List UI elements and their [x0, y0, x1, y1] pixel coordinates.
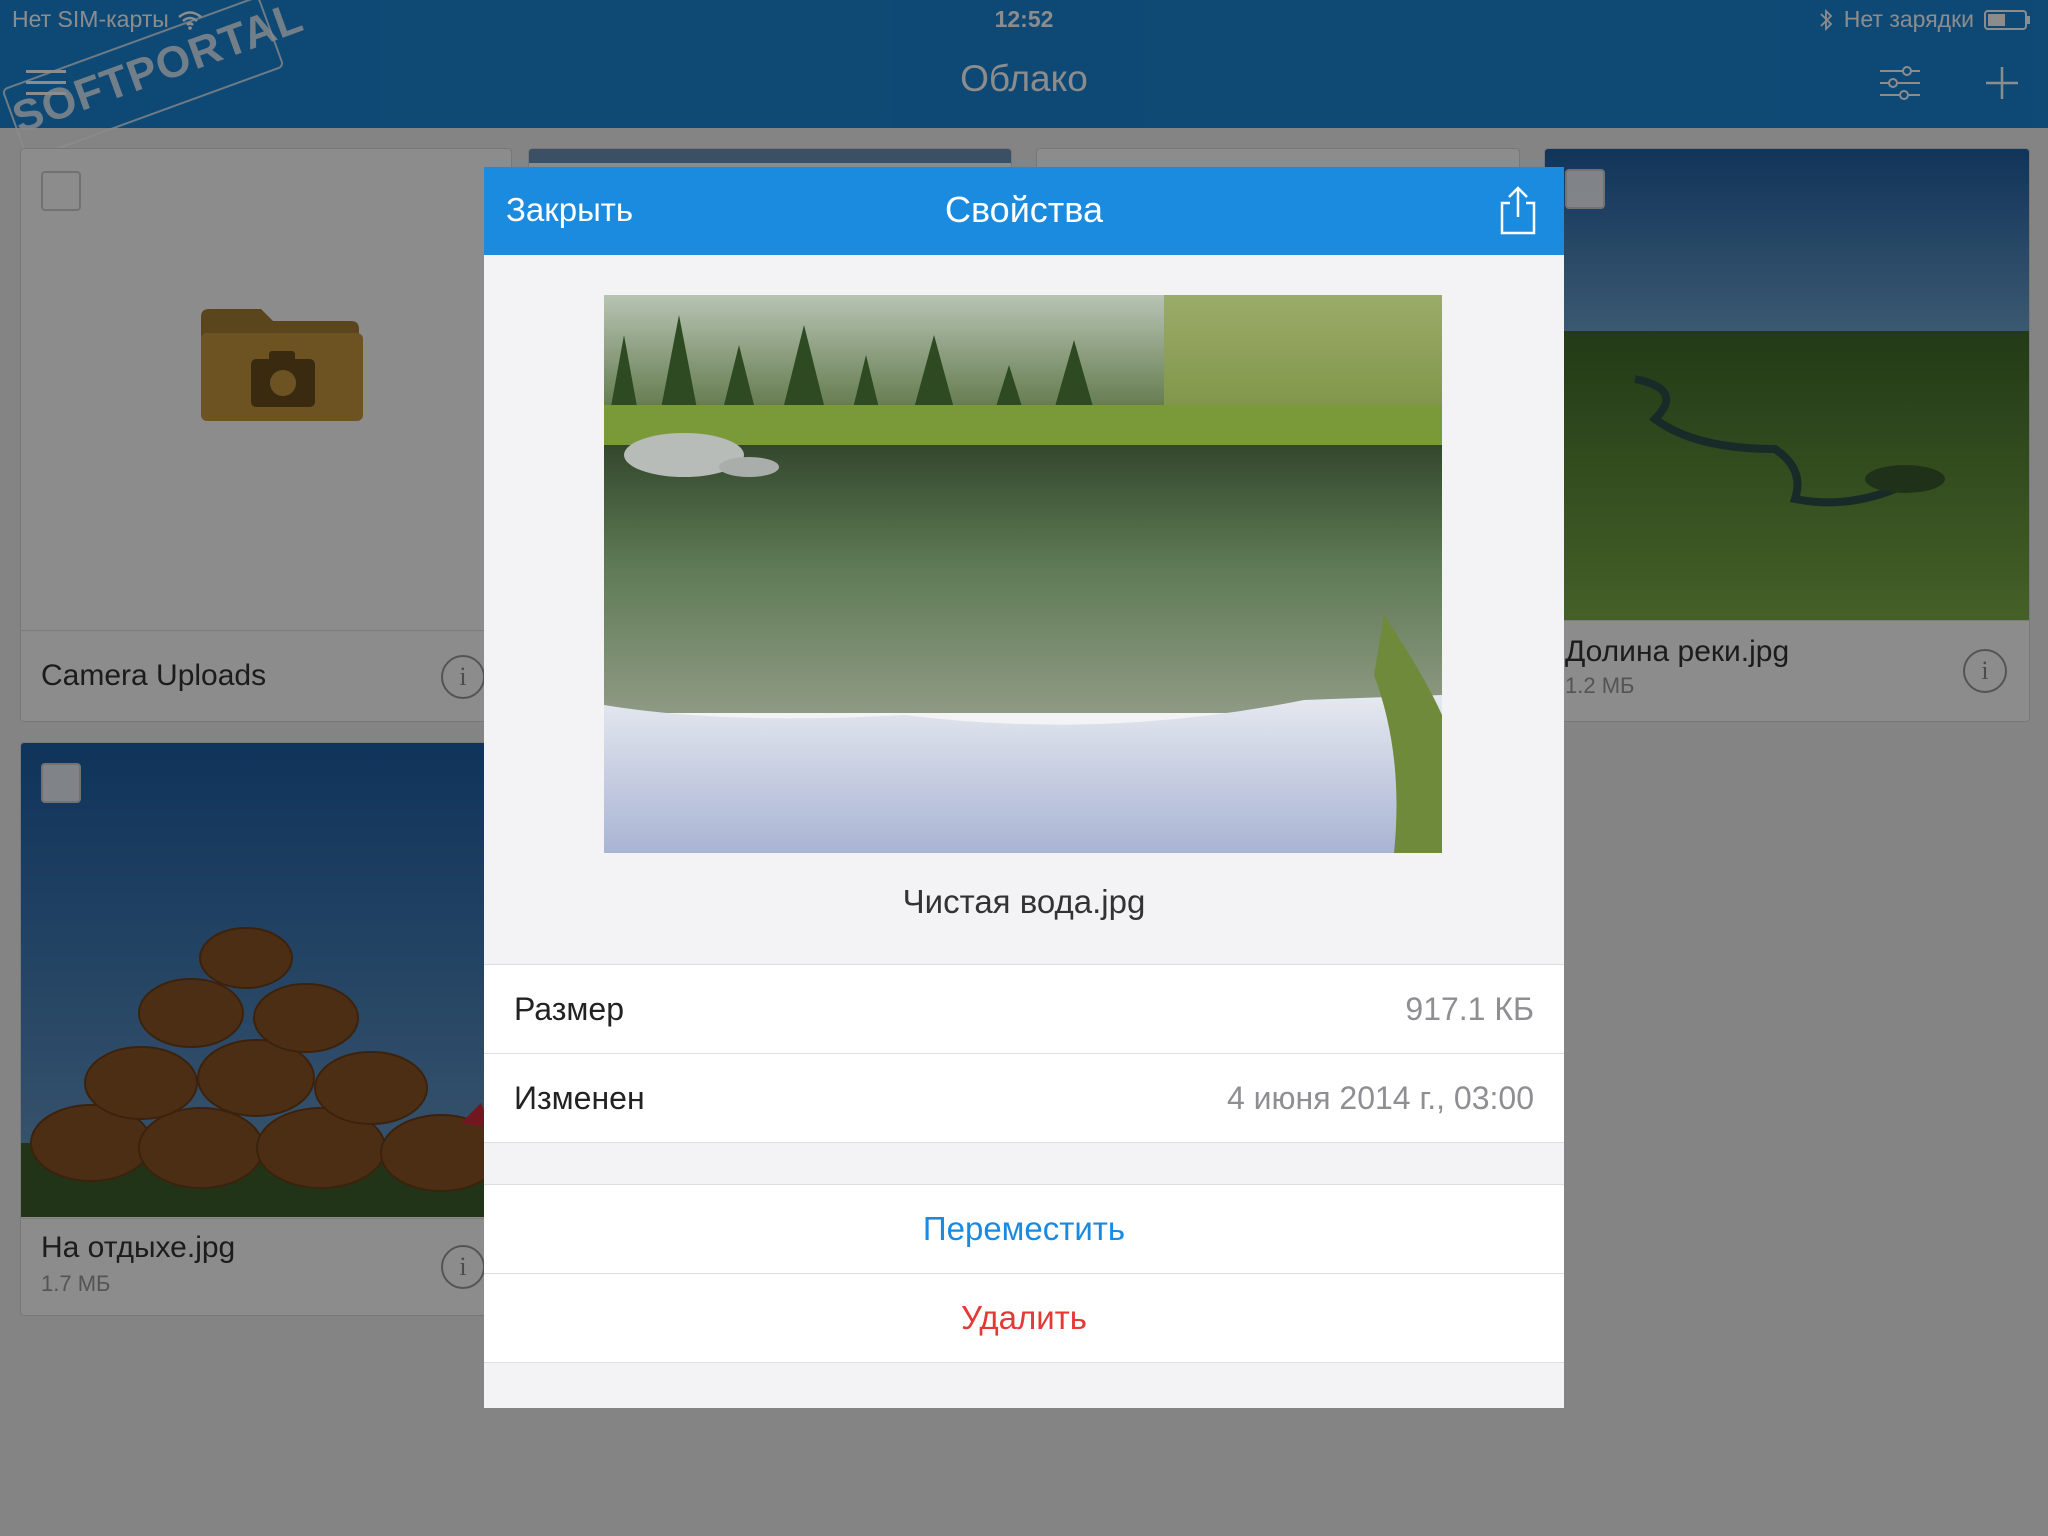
- property-size-row: Размер 917.1 КБ: [484, 964, 1564, 1053]
- file-preview-image: [604, 295, 1442, 853]
- delete-button[interactable]: Удалить: [484, 1273, 1564, 1363]
- share-icon: [1500, 186, 1536, 235]
- dialog-header: Закрыть Свойства: [484, 167, 1564, 255]
- properties-dialog: Закрыть Свойства Чистая вода.jpg Размер …: [484, 167, 1564, 1408]
- share-button[interactable]: [1496, 185, 1540, 237]
- file-name: Чистая вода.jpg: [902, 883, 1146, 920]
- property-modified-row: Изменен 4 июня 2014 г., 03:00: [484, 1053, 1564, 1143]
- property-value: 4 июня 2014 г., 03:00: [1226, 1080, 1534, 1116]
- property-value: 917.1 КБ: [1405, 991, 1534, 1027]
- move-button[interactable]: Переместить: [484, 1184, 1564, 1273]
- dialog-title: Свойства: [944, 189, 1104, 230]
- property-label: Размер: [514, 991, 624, 1027]
- property-label: Изменен: [514, 1080, 645, 1116]
